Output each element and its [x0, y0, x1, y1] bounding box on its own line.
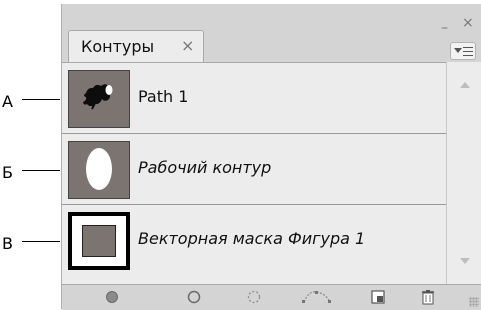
new-path-icon[interactable] — [368, 288, 388, 306]
menu-lines-icon — [463, 47, 473, 56]
load-as-selection-icon[interactable] — [244, 288, 264, 306]
paths-list: Path 1 Рабочий контур Векторная маска Фи… — [62, 62, 446, 285]
minimize-button[interactable]: – — [441, 21, 448, 35]
callout-b-line — [22, 170, 60, 171]
fill-path-icon[interactable] — [102, 288, 122, 306]
delete-path-icon[interactable] — [418, 288, 438, 306]
path-name-path1: Path 1 — [138, 87, 189, 106]
tab-paths-label: Контуры — [81, 37, 155, 56]
ellipse-shape-icon — [86, 148, 112, 190]
path-row-path1[interactable]: Path 1 — [62, 63, 446, 134]
menu-arrow-icon — [454, 48, 462, 53]
tab-close-icon[interactable]: × — [181, 36, 194, 55]
path-row-work-path[interactable]: Рабочий контур — [62, 134, 446, 205]
tab-paths[interactable]: Контуры × — [68, 30, 204, 62]
callout-v-letter: В — [2, 234, 13, 253]
panel-menu-button[interactable] — [450, 42, 476, 60]
callout-a-line — [22, 99, 60, 100]
figure-shape-icon — [83, 84, 113, 110]
callout-a-letter: А — [2, 92, 13, 111]
mask-shape-icon — [82, 225, 116, 257]
resize-grip-icon[interactable] — [469, 297, 479, 307]
scrollbar[interactable] — [446, 62, 481, 284]
figure-thumbnail — [68, 70, 130, 128]
close-panel-button[interactable]: × — [462, 16, 474, 30]
path-row-vector-mask[interactable]: Векторная маска Фигура 1 — [62, 205, 446, 276]
path-name-work-path: Рабочий контур — [138, 158, 272, 177]
stroke-path-icon[interactable] — [184, 288, 204, 306]
make-work-path-icon[interactable] — [300, 288, 334, 306]
callout-v-line — [22, 241, 60, 242]
panel-toolbar — [62, 284, 481, 310]
vector-mask-thumbnail — [68, 212, 130, 270]
path-name-vector-mask: Векторная маска Фигура 1 — [138, 229, 366, 248]
paths-panel: – × Контуры × Path 1 Рабочий контур Вект… — [61, 4, 481, 310]
scroll-down-icon[interactable] — [460, 258, 470, 264]
callout-b-letter: Б — [2, 163, 13, 182]
scroll-up-icon[interactable] — [460, 82, 470, 88]
white-ellipse-thumbnail — [68, 141, 130, 199]
